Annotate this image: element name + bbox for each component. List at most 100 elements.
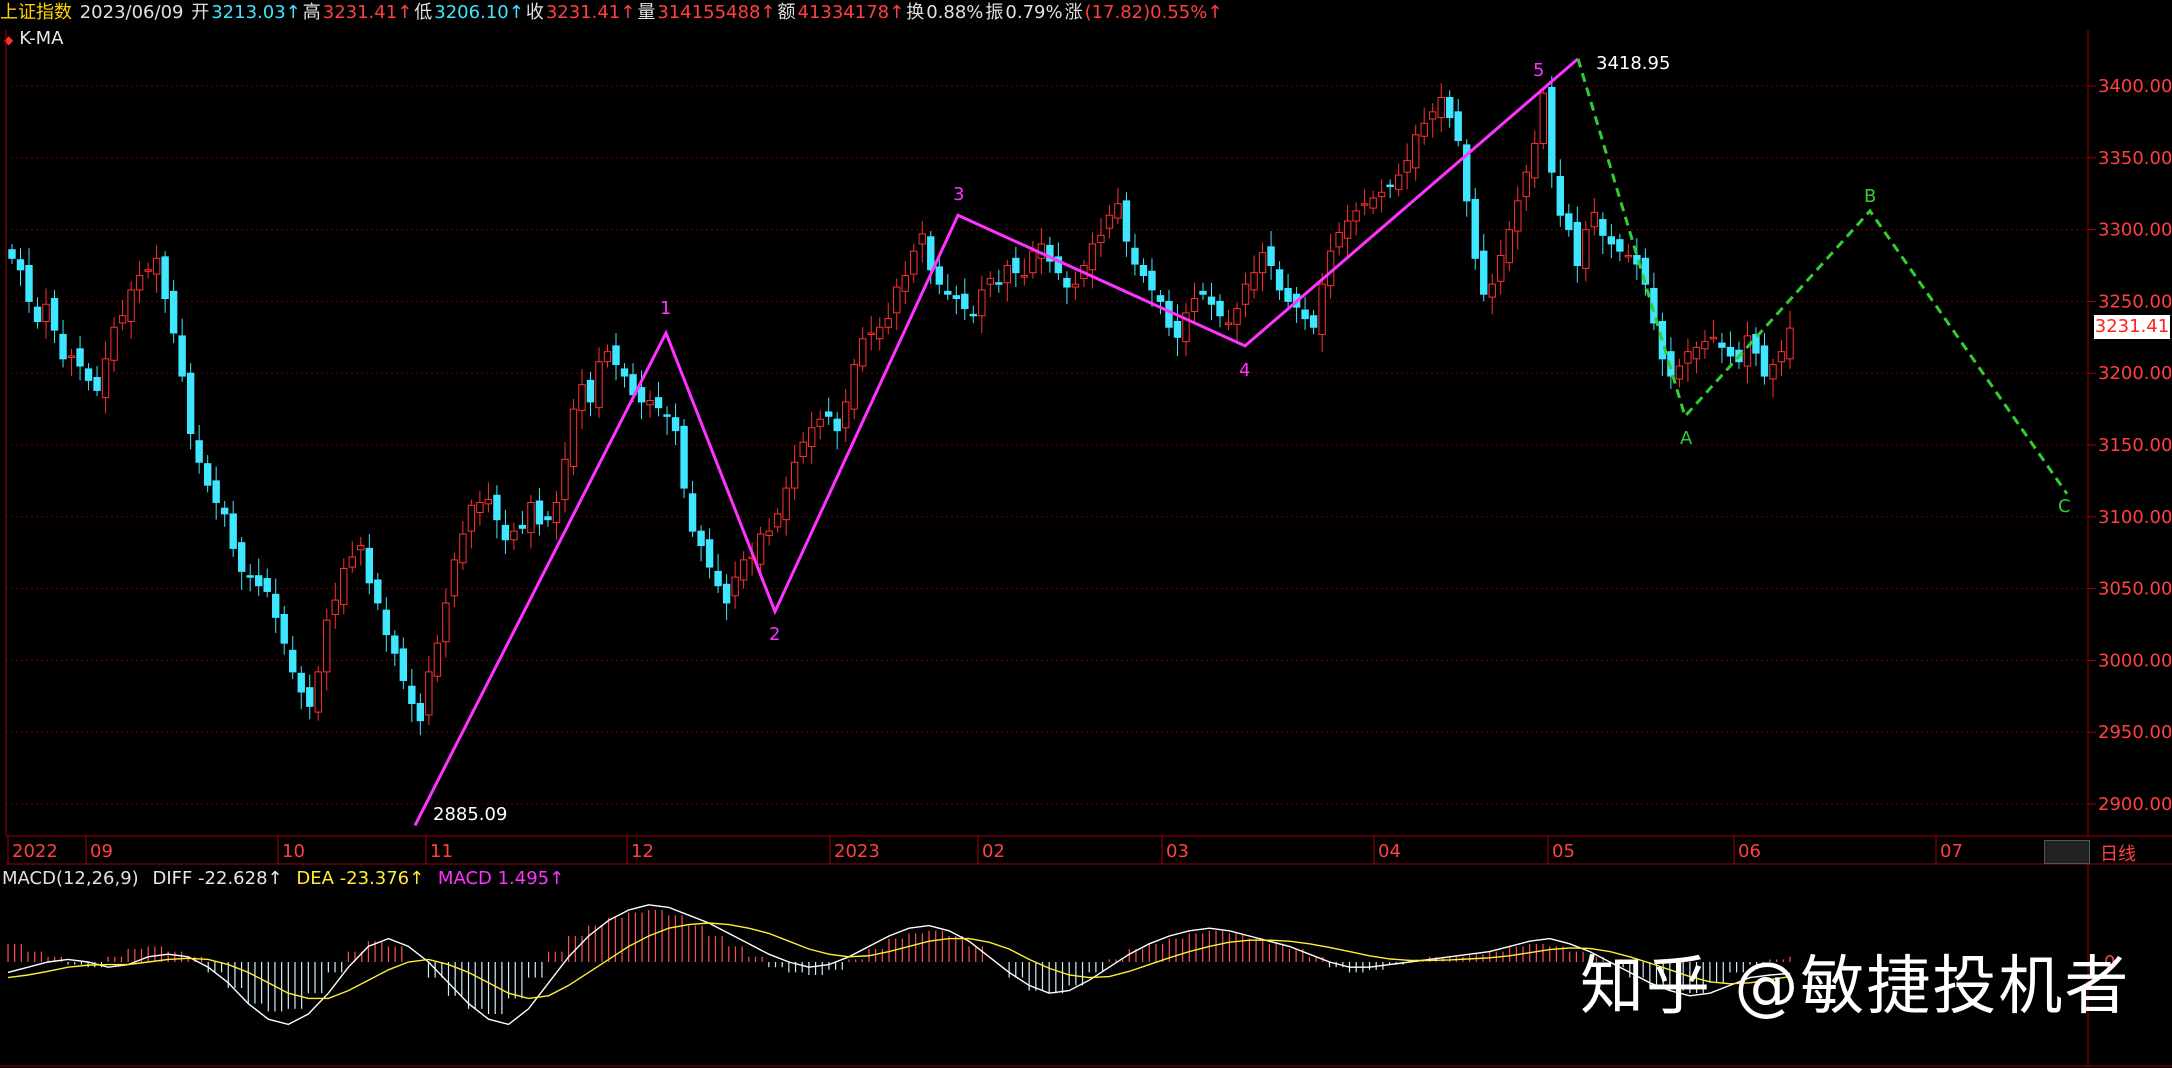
- candle-down-body: [178, 335, 186, 377]
- candle: [688, 480, 697, 537]
- candle-down-body: [408, 685, 416, 704]
- candle-up-body: [876, 326, 884, 340]
- price-chart[interactable]: 3400.00 3350.00 3300.00 3250.00 3200.00 3150.…: [0, 0, 2172, 1068]
- candle: [67, 348, 76, 377]
- candle-up-body: [1420, 122, 1428, 137]
- candle: [1097, 218, 1105, 257]
- candle-up-body: [1250, 272, 1258, 291]
- candle: [1505, 220, 1513, 272]
- candle: [1624, 243, 1633, 263]
- candle: [16, 248, 25, 286]
- candle: [620, 363, 629, 388]
- candle: [357, 536, 365, 566]
- candle-up-body: [1224, 322, 1233, 325]
- candle-up-body: [1003, 265, 1012, 284]
- candle-up-body: [1514, 200, 1522, 232]
- candle-down-body: [272, 593, 280, 618]
- scroll-box[interactable]: [2044, 840, 2090, 864]
- candle-up-body: [425, 671, 433, 716]
- candle: [1394, 163, 1403, 197]
- candle-up-body: [476, 501, 484, 513]
- candle: [1012, 246, 1020, 288]
- candle-down-body: [714, 570, 722, 587]
- candle: [110, 317, 118, 372]
- candle-up-body: [799, 441, 807, 457]
- candle-down-body: [1199, 290, 1207, 295]
- candle: [765, 518, 773, 546]
- candle: [697, 525, 705, 562]
- candle: [42, 288, 50, 339]
- candle: [1480, 233, 1488, 302]
- candle-down-body: [1216, 300, 1224, 317]
- candle: [1386, 179, 1394, 199]
- candle-up-body: [1531, 142, 1539, 179]
- candle: [161, 251, 169, 313]
- candle: [1241, 272, 1250, 318]
- macd-legend: MACD(12,26,9) DIFF -22.628↑ DEA -23.376↑…: [2, 866, 564, 892]
- candle-down-body: [186, 372, 195, 435]
- period-label[interactable]: 日线: [2100, 840, 2136, 866]
- candle-up-body: [348, 556, 356, 568]
- candle: [1301, 297, 1309, 331]
- candle-down-body: [637, 387, 646, 403]
- candle-up-body: [765, 530, 773, 536]
- candle: [961, 278, 969, 321]
- candle: [169, 279, 178, 344]
- candle-down-body: [1446, 96, 1454, 119]
- candle: [714, 554, 722, 593]
- macd-name: MACD(12,26,9): [2, 868, 139, 889]
- candle-up-body: [1020, 275, 1029, 278]
- candle: [1701, 330, 1709, 359]
- candle: [382, 597, 391, 652]
- candle-up-body: [756, 533, 765, 565]
- price-tick-label: 3300.00: [2098, 220, 2172, 241]
- candle-up-body: [1029, 250, 1037, 274]
- candle-up-body: [1088, 243, 1097, 271]
- candle-down-body: [263, 578, 271, 592]
- candle-down-body: [1548, 86, 1556, 173]
- candle: [229, 501, 237, 558]
- candle: [442, 588, 450, 658]
- candle-down-body: [697, 530, 705, 547]
- candle-down-body: [297, 672, 305, 693]
- candle-down-body: [365, 547, 374, 584]
- candle: [595, 347, 603, 418]
- candle: [1607, 223, 1616, 259]
- date-tick-label: 12: [631, 841, 654, 862]
- candle-down-body: [416, 702, 425, 722]
- candle-up-body: [1684, 351, 1692, 364]
- candle-up-body: [1522, 171, 1530, 198]
- candle-up-body: [135, 275, 144, 291]
- candle-down-body: [203, 463, 212, 486]
- candle: [340, 558, 348, 615]
- candle-down-body: [1386, 184, 1394, 188]
- candle: [782, 476, 790, 536]
- candle: [220, 501, 229, 527]
- candle-up-body: [331, 599, 339, 615]
- candle: [1420, 107, 1428, 145]
- candle-up-body: [484, 499, 493, 505]
- candle-down-body: [1139, 265, 1148, 277]
- candle-up-body: [459, 533, 467, 564]
- candle-up-body: [1318, 283, 1326, 335]
- candle-up-body: [510, 530, 518, 541]
- candle: [969, 305, 978, 323]
- candle: [1131, 233, 1139, 276]
- candle-down-body: [1480, 250, 1488, 295]
- candle: [1718, 332, 1726, 364]
- candle: [612, 332, 620, 381]
- candle: [255, 558, 263, 596]
- candle-down-body: [1760, 345, 1769, 377]
- candle: [467, 499, 476, 549]
- candle: [425, 656, 433, 726]
- candle: [186, 363, 195, 450]
- candle: [986, 271, 995, 298]
- candle: [178, 318, 186, 382]
- candle-down-body: [1148, 270, 1156, 291]
- candle: [1173, 304, 1182, 356]
- date-tick-label: 2023: [834, 841, 880, 862]
- candle: [501, 509, 510, 555]
- candle: [1548, 75, 1556, 188]
- candle-down-body: [969, 313, 978, 317]
- candle: [348, 541, 356, 573]
